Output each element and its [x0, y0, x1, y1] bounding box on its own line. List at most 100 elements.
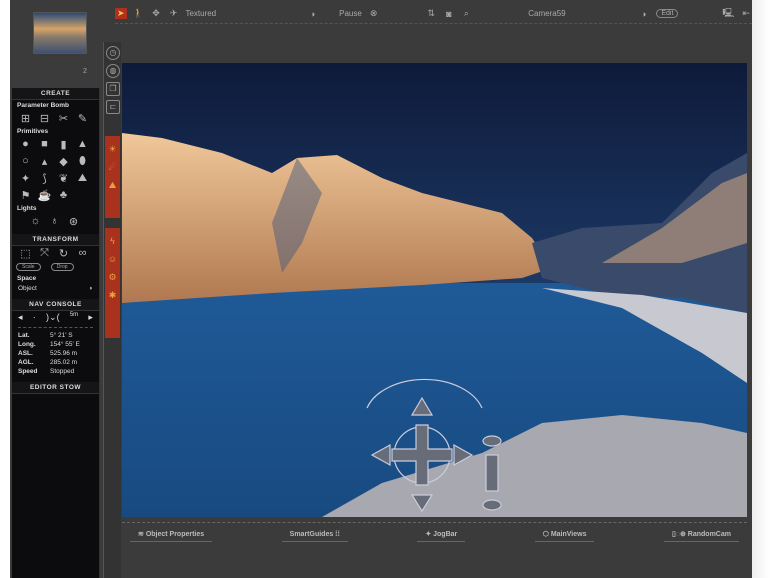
sun-icon: ☀	[108, 144, 117, 154]
layers-icon[interactable]: ❐	[106, 82, 120, 96]
chevron-right-icon[interactable]: ◗	[308, 9, 320, 19]
background-window-edge	[752, 0, 770, 578]
space-label: Space	[17, 275, 37, 282]
properties-icon: ≋	[138, 531, 146, 538]
spiral-icon[interactable]: ⟆	[37, 172, 52, 185]
wind-icon: ☄	[108, 162, 117, 172]
smart-guides-button[interactable]: SmartGuides ⁞⁞	[281, 528, 348, 542]
chevron-right-icon: ◗	[89, 285, 93, 292]
torus-icon[interactable]: ○	[18, 155, 33, 168]
parameter-bomb-label: Parameter Bomb	[17, 102, 70, 109]
pyramid-icon[interactable]: ▴	[37, 155, 52, 168]
nav-scale: 5m	[69, 312, 79, 318]
sphere-icon[interactable]: ●	[18, 138, 33, 151]
space-select[interactable]: Object ◗	[12, 284, 99, 293]
nav-row: Speed Stopped	[18, 368, 75, 375]
link-icon[interactable]: ∞	[75, 247, 90, 260]
gear-icon: ⚙	[108, 272, 117, 282]
scale-icon[interactable]: ⤧	[37, 247, 52, 260]
move-icon[interactable]: ⬚	[18, 247, 33, 260]
face-icon: ☺	[107, 254, 118, 264]
nav-row: Long. 154° 55' E	[18, 341, 80, 348]
teapot-icon[interactable]: ☕	[37, 189, 52, 202]
drop-button[interactable]: Drop	[50, 263, 74, 271]
camera-select[interactable]: Camera59	[528, 9, 632, 18]
vertical-tool-strip: ◷ ◍ ❐ ⊏ ☀ ☄ ⛰ ϟ ☺ ⚙ ✱	[103, 42, 121, 578]
arrow-left-icon[interactable]: ◂	[18, 312, 23, 323]
globe-icon[interactable]: ◍	[106, 64, 120, 78]
zoom-icon[interactable]: ⌕	[461, 8, 473, 19]
object-properties-button[interactable]: ≋ Object Properties	[130, 527, 213, 542]
bulb-icon[interactable]: ♁	[47, 215, 62, 228]
fly-icon[interactable]: ✈	[168, 8, 180, 19]
scissors-icon[interactable]: ✂	[56, 112, 71, 125]
folder-icon[interactable]: ⊏	[106, 100, 120, 114]
lightning-icon: ϟ	[110, 236, 115, 246]
top-toolbar: ➤ 🚶 ✥ ✈ Textured ◗ Pause ⊗ ⇅ ◙ ⌕ Camera5…	[115, 4, 752, 24]
left-sidebar: CREATE Parameter Bomb ⊞ ⊟ ✂ ✎ Primitives ● ■…	[12, 88, 100, 578]
clock-icon[interactable]: ◷	[106, 46, 120, 60]
bomb-icon[interactable]: ⊞	[18, 112, 33, 125]
transform-header: TRANSFORM	[12, 234, 99, 246]
primitives-label: Primitives	[17, 128, 49, 135]
flag-icon[interactable]: ⚑	[18, 189, 33, 202]
move-icon[interactable]: ✥	[150, 8, 162, 19]
edit-button[interactable]: Edit	[656, 9, 679, 18]
nav-console-header: NAV CONSOLE	[12, 299, 99, 311]
lights-label: Lights	[17, 205, 37, 212]
altitude-arc-icon[interactable]: )⌄(	[46, 312, 60, 323]
rotate-icon[interactable]: ↻	[56, 247, 71, 260]
nav-row: Lat. 5° 21' S	[18, 332, 73, 339]
cone-icon[interactable]: ▲	[75, 138, 90, 151]
sun-icon[interactable]: ☼	[28, 215, 43, 228]
bomb-icon[interactable]: ⊟	[37, 112, 52, 125]
spotlight-icon[interactable]: ⊛	[66, 215, 81, 228]
terrain-icon[interactable]: ⛰	[75, 172, 90, 185]
arrow-right-icon[interactable]: ▸	[88, 312, 93, 323]
space-value: Object	[18, 285, 37, 292]
expand-icon[interactable]: ⇤	[740, 8, 752, 19]
thumbnail-number: 2	[83, 68, 87, 75]
star-icon[interactable]: ✦	[18, 172, 33, 185]
materials-panel[interactable]: ϟ ☺ ⚙ ✱	[105, 228, 120, 338]
lights-icons: ☼ ♁ ⊛	[12, 214, 99, 229]
walk-icon[interactable]: 🚶	[133, 8, 145, 19]
dot-icon: ·	[32, 312, 36, 322]
bug-icon: ✱	[108, 290, 117, 300]
leaf-icon[interactable]: ❦	[56, 172, 71, 185]
mountain-icon: ⛰	[108, 180, 117, 190]
rotate-icon[interactable]: ⇅	[425, 8, 437, 19]
pause-button[interactable]: Pause	[339, 9, 362, 18]
tree-icon[interactable]: ♣	[56, 189, 71, 202]
scene-thumbnail[interactable]	[33, 12, 87, 54]
transform-icons: ⬚ ⤧ ↻ ∞	[12, 246, 99, 261]
stop-icon[interactable]: ⊗	[368, 8, 380, 19]
editor-stow-header: EDITOR STOW	[12, 382, 99, 394]
wrench-icon[interactable]: ✎	[75, 112, 90, 125]
main-views-button[interactable]: ⬡ MainViews	[534, 527, 595, 542]
nav-controls: ◂ · )⌄( 5m ▸	[12, 311, 99, 324]
nav-row: AGL. 285.02 m	[18, 359, 78, 366]
guides-icon: ⁞⁞	[333, 530, 340, 538]
sky-lab-panel[interactable]: ☀ ☄ ⛰	[105, 136, 120, 218]
parameter-bomb-icons: ⊞ ⊟ ✂ ✎	[12, 111, 99, 126]
chevron-right-icon[interactable]: ◗	[639, 9, 651, 19]
cylinder-icon[interactable]: ▮	[56, 138, 71, 151]
render-mode-select[interactable]: Textured	[185, 9, 301, 18]
pointer-icon[interactable]: ➤	[115, 8, 127, 19]
3d-viewport[interactable]	[122, 63, 747, 517]
primitives-icons: ● ■ ▮ ▲ ○ ▴ ◆ ⬮ ✦ ⟆ ❦ ⛰ ⚑ ☕ ♣	[12, 137, 99, 203]
jog-icon: ✦	[425, 531, 434, 538]
monitor-icon[interactable]: 🖳	[722, 6, 734, 22]
jog-bar-button[interactable]: ✦ JogBar	[417, 527, 466, 542]
disc-icon[interactable]: ⬮	[75, 155, 90, 168]
camera-icon[interactable]: ◙	[443, 9, 455, 19]
altitude-slider	[485, 454, 499, 492]
cube-icon[interactable]: ■	[37, 138, 52, 151]
plane-icon[interactable]: ◆	[56, 155, 71, 168]
views-icon: ⬡	[542, 531, 551, 538]
random-cam-button[interactable]: ▯◌⊕ RandomCam	[663, 527, 739, 542]
application-window: 2 ➤ 🚶 ✥ ✈ Textured ◗ Pause ⊗ ⇅ ◙ ⌕ Camer…	[10, 0, 752, 578]
create-header: CREATE	[12, 88, 99, 100]
scale-button[interactable]: Scale	[16, 263, 41, 271]
